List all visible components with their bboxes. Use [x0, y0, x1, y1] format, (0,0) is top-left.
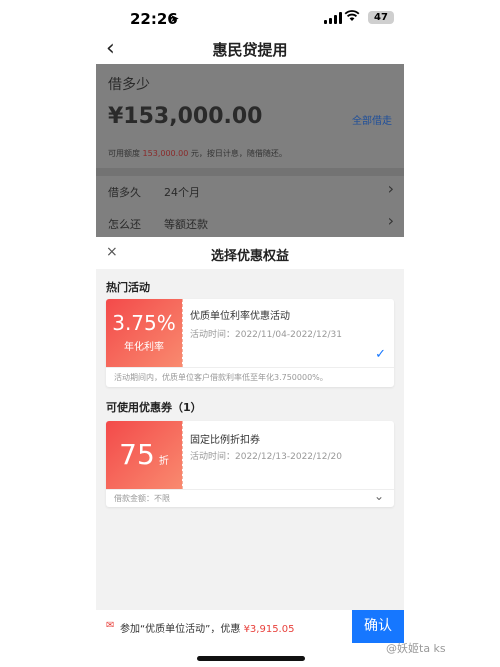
dashed-divider	[182, 421, 183, 489]
nav-bar: ‹ 惠民贷提用	[96, 36, 404, 64]
term-value: 24个月	[164, 186, 200, 199]
rate-ribbon: 3.75% 年化利率	[106, 299, 182, 367]
rate-label: 年化利率	[124, 342, 164, 353]
term-row[interactable]: 借多久 24个月 ›	[96, 176, 404, 206]
loan-amount-value: ¥153,000.00	[108, 104, 263, 129]
coupon-note: 借款金额：不限	[114, 494, 170, 503]
status-bar: 22:26 ➤ 47	[96, 0, 404, 38]
coupon-name: 固定比例折扣券	[190, 435, 260, 446]
discount-text: 参加“优质单位活动”，优惠	[120, 624, 241, 635]
activity-name: 优质单位利率优惠活动	[190, 311, 290, 322]
coupon-card[interactable]: 75 折 固定比例折扣券 活动时间：2022/12/13-2022/12/20 借…	[106, 421, 394, 507]
loan-form-dimmed: 借多少 ¥153,000.00 全部借走 可用额度 153,000.00 元，按…	[96, 64, 404, 237]
coupon-value: 75	[119, 438, 155, 471]
chevron-right-icon: ›	[387, 211, 394, 230]
benefit-sheet: × 选择优惠权益 热门活动 3.75% 年化利率 优质单位利率优惠活动 活动时间…	[96, 237, 404, 610]
borrow-all-link[interactable]: 全部借走	[352, 112, 392, 127]
wifi-icon	[344, 9, 360, 26]
hot-section-title: 热门活动	[106, 281, 150, 294]
coupon-section-title: 可使用优惠券（1）	[106, 401, 202, 414]
repay-value: 等额还款	[164, 218, 208, 231]
available-limit-text: 可用额度 153,000.00 元，按日计息，随借随还。	[108, 148, 287, 159]
dashed-divider	[182, 299, 183, 367]
cellular-signal-icon	[324, 12, 342, 24]
activity-time: 活动时间：2022/11/04-2022/12/31	[190, 330, 342, 340]
home-indicator	[197, 656, 305, 661]
page-title: 惠民贷提用	[212, 41, 288, 59]
discount-amount: ¥3,915.05	[243, 624, 295, 635]
card-divider	[106, 367, 394, 368]
confirm-button[interactable]: 确认	[352, 610, 404, 643]
card-divider	[106, 489, 394, 490]
limit-suffix: 元，按日计息，随借随还。	[190, 149, 287, 158]
limit-value: 153,000.00	[142, 149, 189, 158]
coupon-time: 活动时间：2022/12/13-2022/12/20	[190, 452, 342, 462]
coupon-unit: 折	[158, 456, 169, 467]
watermark: @妖姬ta ks	[386, 642, 446, 655]
check-icon: ✓	[375, 347, 386, 362]
coupon-ribbon: 75 折	[106, 421, 182, 489]
loan-amount-label: 借多少	[108, 77, 150, 93]
chevron-down-icon[interactable]: ⌄	[374, 489, 384, 503]
limit-prefix: 可用额度	[108, 149, 140, 158]
sheet-header: × 选择优惠权益	[96, 237, 404, 269]
chevron-right-icon: ›	[387, 179, 394, 198]
location-arrow-icon: ➤	[170, 12, 180, 25]
battery-icon: 47	[368, 11, 394, 24]
rate-value: 3.75%	[112, 311, 176, 335]
term-label: 借多久	[108, 186, 141, 199]
hot-activity-card[interactable]: 3.75% 年化利率 优质单位利率优惠活动 活动时间：2022/11/04-20…	[106, 299, 394, 387]
envelope-icon: ✉	[106, 620, 115, 631]
divider	[96, 168, 404, 176]
activity-note: 活动期间内，优质单位客户借款利率低至年化3.750000%。	[114, 373, 328, 382]
bottom-bar: ✉ 参加“优质单位活动”，优惠 ¥3,915.05 确认	[96, 610, 404, 643]
discount-summary: 参加“优质单位活动”，优惠 ¥3,915.05	[120, 620, 294, 635]
repay-label: 怎么还	[108, 218, 141, 231]
repay-row[interactable]: 怎么还 等额还款 ›	[96, 207, 404, 237]
sheet-title: 选择优惠权益	[210, 249, 289, 264]
